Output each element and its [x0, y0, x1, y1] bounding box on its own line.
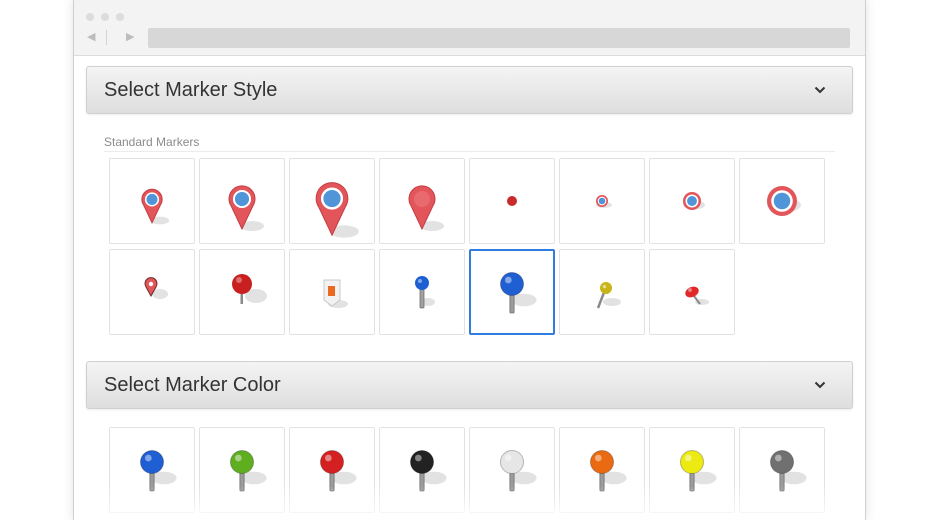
red-map-pin-icon	[232, 274, 267, 304]
flag-marker-icon	[323, 279, 348, 308]
red-pushpin-icon	[319, 449, 357, 492]
window-maximize-dot[interactable]	[116, 13, 124, 21]
back-arrow-icon[interactable]: ◀	[87, 30, 95, 44]
small-teardrop-pin-icon	[141, 188, 170, 225]
marker-color-option-orange[interactable]	[559, 427, 645, 513]
marker-color-option-black[interactable]	[379, 427, 465, 513]
yellow-pushpin-icon	[679, 449, 717, 492]
window-close-dot[interactable]	[86, 13, 94, 21]
marker-style-option[interactable]	[559, 158, 645, 244]
marker-style-option[interactable]	[379, 249, 465, 335]
marker-style-option[interactable]	[109, 158, 195, 244]
marker-style-option[interactable]	[289, 158, 375, 244]
large-teardrop-pin-icon	[315, 182, 359, 238]
marker-color-header[interactable]: Select Marker Color	[86, 361, 853, 409]
marker-style-option[interactable]	[559, 249, 645, 335]
medium-teardrop-pin-icon	[228, 185, 264, 231]
marker-style-option[interactable]	[109, 249, 195, 335]
white-pushpin-icon	[499, 449, 537, 492]
browser-chrome: ◀ ▶	[74, 0, 865, 56]
marker-color-title: Select Marker Color	[104, 374, 281, 396]
standard-markers-label: Standard Markers	[104, 135, 200, 149]
nav-divider	[106, 30, 107, 45]
address-bar[interactable]	[148, 28, 850, 48]
marker-style-option[interactable]	[739, 158, 825, 244]
tiny-pin-with-shadow-icon	[144, 277, 168, 299]
small-dot-icon	[507, 196, 517, 206]
marker-style-option[interactable]	[289, 249, 375, 335]
marker-color-option-red[interactable]	[289, 427, 375, 513]
browser-window: ◀ ▶ Select Marker Style Standard Markers…	[73, 0, 866, 520]
chevron-down-icon[interactable]	[814, 86, 826, 94]
marker-style-option[interactable]	[379, 158, 465, 244]
black-pushpin-icon	[409, 449, 447, 492]
thin-pushpin-icon	[415, 276, 435, 309]
marker-color-option-yellow[interactable]	[649, 427, 735, 513]
orange-pushpin-icon	[589, 449, 627, 492]
marker-color-option-gray[interactable]	[739, 427, 825, 513]
gray-pushpin-icon	[769, 449, 807, 492]
window-minimize-dot[interactable]	[101, 13, 109, 21]
marker-style-option[interactable]	[199, 249, 285, 335]
angled-pushpin-icon	[596, 282, 621, 309]
section-divider	[104, 151, 835, 152]
thumbtack-icon	[685, 286, 709, 305]
marker-style-option[interactable]	[649, 249, 735, 335]
green-pushpin-icon	[229, 449, 267, 492]
marker-style-option[interactable]	[649, 158, 735, 244]
marker-style-title: Select Marker Style	[104, 79, 278, 101]
solid-teardrop-pin-icon	[408, 185, 444, 231]
marker-style-option[interactable]	[469, 249, 555, 335]
marker-style-option[interactable]	[469, 158, 555, 244]
medium-ring-icon	[683, 192, 705, 210]
blue-pushpin-icon	[139, 449, 177, 492]
marker-color-option-blue[interactable]	[109, 427, 195, 513]
large-ring-icon	[767, 186, 801, 216]
marker-color-option-white[interactable]	[469, 427, 555, 513]
marker-style-header[interactable]: Select Marker Style	[86, 66, 853, 114]
small-ring-icon	[596, 195, 612, 208]
marker-style-option[interactable]	[199, 158, 285, 244]
forward-arrow-icon[interactable]: ▶	[126, 30, 134, 44]
blue-pushpin-icon	[499, 271, 537, 314]
chevron-down-icon[interactable]	[814, 381, 826, 389]
marker-color-option-green[interactable]	[199, 427, 285, 513]
